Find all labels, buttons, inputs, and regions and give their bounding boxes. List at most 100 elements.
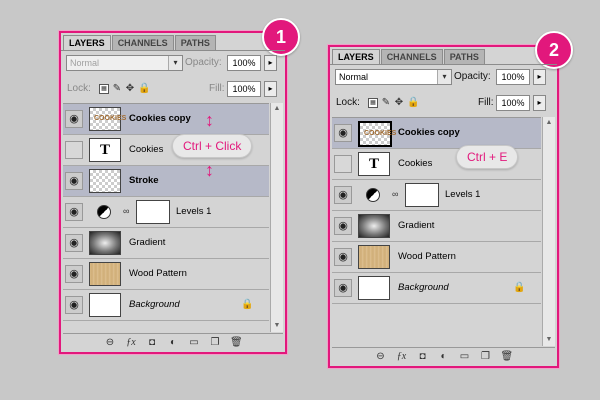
lock-options: ▦ ✎ ✥ 🔒 (368, 98, 419, 108)
lock-move-icon[interactable]: ✥ (125, 84, 135, 94)
tab-paths[interactable]: PATHS (174, 35, 216, 51)
layer-gradient[interactable]: ◉ Gradient (332, 211, 541, 242)
lock-all-icon[interactable]: 🔒 (138, 84, 150, 94)
layer-wood-pattern[interactable]: ◉ Wood Pattern (63, 259, 269, 290)
shortcut-callout: Ctrl + Click (172, 134, 253, 158)
layer-cookies-copy[interactable]: ◉ COOKIES Cookies copy (332, 118, 541, 149)
scroll-down-icon[interactable]: ▼ (543, 334, 555, 346)
layer-name: Gradient (398, 220, 435, 231)
adjustment-icon (97, 205, 111, 219)
scroll-up-icon[interactable]: ▲ (271, 103, 283, 115)
layer-name: Background (129, 299, 180, 310)
lock-all-icon[interactable]: 🔒 (407, 98, 419, 108)
mask-icon[interactable]: ◘ (146, 337, 158, 348)
eye-icon[interactable]: ◉ (334, 279, 352, 297)
eye-icon[interactable]: ◉ (334, 248, 352, 266)
fx-icon[interactable]: ƒx (125, 337, 137, 348)
layers-panel-1: 1 LAYERS CHANNELS PATHS Normal ▾ Opacity… (59, 18, 300, 354)
eye-icon[interactable]: ◉ (65, 141, 83, 159)
scroll-down-icon[interactable]: ▼ (271, 320, 283, 332)
eye-icon[interactable]: ◉ (65, 265, 83, 283)
link-layers-icon[interactable]: ⊖ (104, 337, 116, 348)
eye-icon[interactable]: ◉ (334, 186, 352, 204)
eye-icon[interactable]: ◉ (65, 234, 83, 252)
fill-label: Fill: (478, 97, 494, 108)
eye-icon[interactable]: ◉ (334, 155, 352, 173)
layer-name: Wood Pattern (398, 251, 456, 262)
lock-icon: 🔒 (513, 282, 526, 293)
fill-input[interactable]: 100% (227, 81, 261, 97)
new-layer-icon[interactable]: ❐ (209, 337, 221, 348)
chain-icon[interactable]: ∞ (392, 189, 398, 199)
tab-layers[interactable]: LAYERS (63, 35, 111, 51)
lock-transparent-icon[interactable]: ▦ (99, 84, 109, 94)
new-fill-icon[interactable]: ◐ (167, 337, 179, 348)
layer-name: Cookies copy (398, 127, 460, 138)
layer-thumbnail (89, 262, 121, 286)
tab-channels[interactable]: CHANNELS (380, 49, 443, 65)
lock-move-icon[interactable]: ✥ (394, 98, 404, 108)
opacity-slider-arrow-icon[interactable]: ▸ (533, 69, 546, 85)
opacity-slider-arrow-icon[interactable]: ▸ (264, 55, 277, 71)
layer-background[interactable]: ◉ Background 🔒 (332, 273, 541, 304)
layer-name: Levels 1 (176, 206, 212, 217)
chevron-down-icon[interactable]: ▾ (437, 70, 451, 84)
trash-icon[interactable]: 🗑 (501, 351, 514, 362)
chevron-down-icon[interactable]: ▾ (168, 56, 182, 70)
layer-mask-thumbnail (405, 183, 439, 207)
layer-thumbnail (358, 245, 390, 269)
layer-cookies-copy[interactable]: ◉ COOKIES Cookies copy (63, 104, 269, 135)
layer-thumbnail (358, 276, 390, 300)
panel-tabs: LAYERS CHANNELS PATHS (332, 49, 486, 65)
fill-slider-arrow-icon[interactable]: ▸ (264, 81, 277, 97)
layer-background[interactable]: ◉ Background 🔒 (63, 290, 269, 321)
layers-scrollbar[interactable]: ▲ ▼ (270, 103, 283, 332)
layer-name: Cookies (398, 158, 433, 169)
tab-divider (61, 50, 285, 51)
opacity-input[interactable]: 100% (496, 69, 530, 85)
fx-icon[interactable]: ƒx (396, 351, 408, 362)
layer-stroke[interactable]: ◉ Stroke (63, 166, 269, 197)
lock-brush-icon[interactable]: ✎ (112, 84, 122, 94)
link-layers-icon[interactable]: ⊖ (375, 351, 387, 362)
eye-icon[interactable]: ◉ (334, 124, 352, 142)
tab-channels[interactable]: CHANNELS (111, 35, 174, 51)
lock-options: ▦ ✎ ✥ 🔒 (99, 84, 150, 94)
fill-slider-arrow-icon[interactable]: ▸ (533, 95, 546, 111)
lock-label: Lock: (336, 97, 360, 108)
text-layer-icon: T (358, 152, 390, 176)
arrow-down-icon: ↕ (205, 160, 214, 180)
fill-input[interactable]: 100% (496, 95, 530, 111)
opacity-input[interactable]: 100% (227, 55, 261, 71)
folder-icon[interactable]: ▭ (188, 337, 200, 348)
layer-wood-pattern[interactable]: ◉ Wood Pattern (332, 242, 541, 273)
lock-icon: 🔒 (241, 299, 254, 310)
blend-mode-select[interactable]: Normal ▾ (66, 55, 183, 71)
tab-paths[interactable]: PATHS (443, 49, 485, 65)
eye-icon[interactable]: ◉ (334, 217, 352, 235)
eye-icon[interactable]: ◉ (65, 110, 83, 128)
trash-icon[interactable]: 🗑 (230, 337, 243, 348)
blend-mode-value: Normal (339, 72, 369, 82)
mask-icon[interactable]: ◘ (417, 351, 429, 362)
layer-name: Cookies copy (129, 113, 191, 124)
blend-mode-select[interactable]: Normal ▾ (335, 69, 452, 85)
tab-layers[interactable]: LAYERS (332, 49, 380, 65)
new-fill-icon[interactable]: ◐ (438, 351, 450, 362)
lock-brush-icon[interactable]: ✎ (381, 98, 391, 108)
chain-icon[interactable]: ∞ (123, 206, 129, 216)
layer-gradient[interactable]: ◉ Gradient (63, 228, 269, 259)
eye-icon[interactable]: ◉ (65, 203, 83, 221)
layers-panel-2: 2 LAYERS CHANNELS PATHS Normal ▾ Opacity… (328, 31, 573, 368)
layers-scrollbar[interactable]: ▲ ▼ (542, 117, 555, 346)
layer-thumbnail (358, 214, 390, 238)
folder-icon[interactable]: ▭ (459, 351, 471, 362)
eye-icon[interactable]: ◉ (65, 172, 83, 190)
scroll-up-icon[interactable]: ▲ (543, 117, 555, 129)
eye-icon[interactable]: ◉ (65, 296, 83, 314)
lock-transparent-icon[interactable]: ▦ (368, 98, 378, 108)
layer-levels-1[interactable]: ◉ ∞ Levels 1 (63, 197, 269, 228)
new-layer-icon[interactable]: ❐ (480, 351, 492, 362)
layer-levels-1[interactable]: ◉ ∞ Levels 1 (332, 180, 541, 211)
opacity-label: Opacity: (185, 57, 222, 68)
